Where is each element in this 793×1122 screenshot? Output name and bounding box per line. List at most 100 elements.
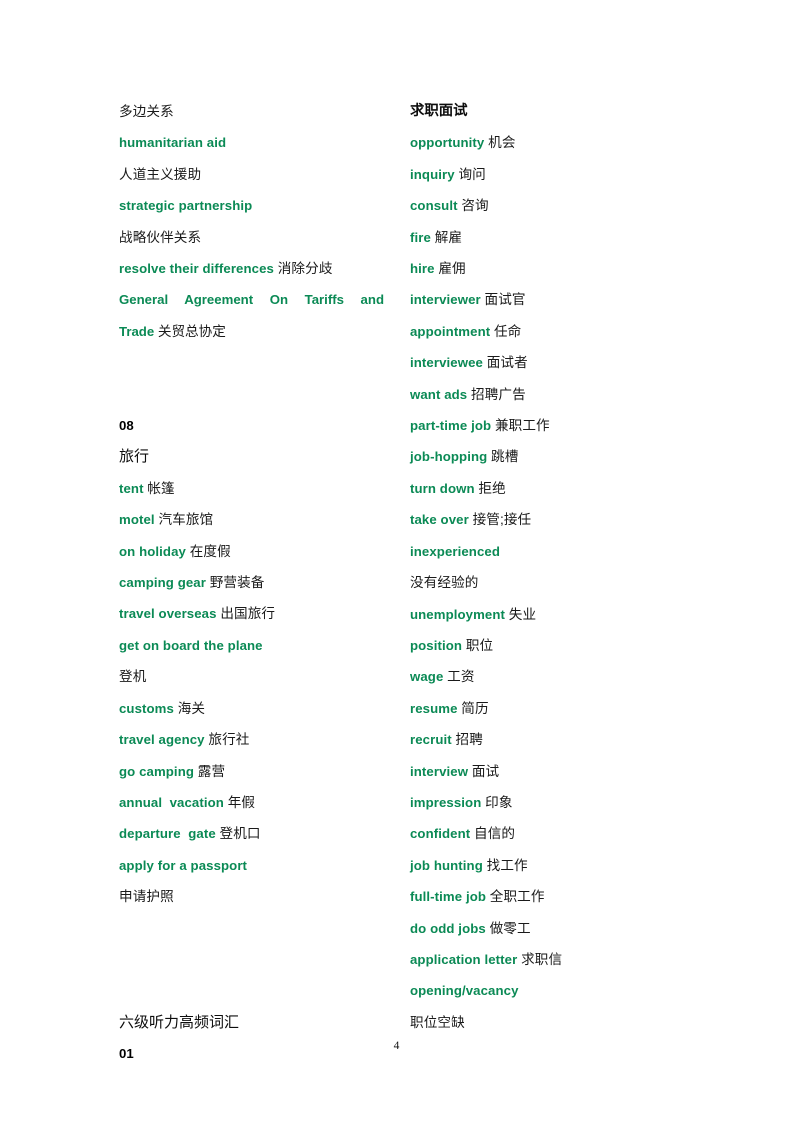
vocabulary-entry: interviewer 面试官	[410, 284, 675, 315]
vocabulary-entry: customs 海关	[119, 693, 384, 724]
chinese-translation: 消除分歧	[277, 261, 333, 277]
vocabulary-entry: application letter 求职信	[410, 944, 675, 975]
chinese-translation: 汽车旅馆	[158, 512, 214, 528]
vocabulary-entry: opportunity 机会	[410, 127, 675, 158]
english-term: travel agency	[119, 732, 205, 748]
vocabulary-entry: resolve their differences 消除分歧	[119, 253, 384, 284]
english-term: recruit	[410, 732, 452, 748]
english-term: fire	[410, 229, 431, 245]
section-heading: 六级听力高频词汇	[119, 1013, 240, 1031]
english-term: camping gear	[119, 575, 206, 591]
vocabulary-entry: inexperienced	[410, 536, 675, 567]
chinese-translation: 出国旅行	[220, 606, 276, 622]
translation-line: 战略伙伴关系	[119, 229, 202, 245]
section-number: 08	[119, 418, 134, 434]
english-term: inexperienced	[410, 543, 500, 559]
english-term: take over	[410, 512, 469, 528]
chinese-translation: 雇佣	[438, 261, 466, 277]
english-term: consult	[410, 198, 458, 214]
vocabulary-entry: position 职位	[410, 630, 675, 661]
vocabulary-entry: strategic partnership	[119, 190, 384, 221]
chinese-translation: 跳槽	[491, 449, 519, 465]
english-term: interviewer	[410, 292, 481, 308]
vocabulary-entry: interviewee 面试者	[410, 347, 675, 378]
english-term: unemployment	[410, 606, 505, 622]
chinese-translation: 拒绝	[478, 480, 506, 496]
english-term: turn down	[410, 480, 475, 496]
vocabulary-entry: consult 咨询	[410, 190, 675, 221]
english-term: interview	[410, 763, 469, 779]
vocabulary-entry: annual vacation 年假	[119, 787, 384, 818]
vocabulary-entry: camping gear 野营装备	[119, 567, 384, 598]
chinese-translation: 询问	[458, 166, 486, 182]
chinese-translation: 解雇	[434, 229, 463, 245]
vocabulary-entry: go camping 露营	[119, 756, 384, 787]
english-term: apply for a passport	[119, 857, 248, 873]
vocabulary-entry: opening/vacancy	[410, 975, 675, 1006]
page-number: 4	[393, 1040, 400, 1052]
chinese-translation: 咨询	[461, 198, 489, 214]
vocabulary-entry: hire 雇佣	[410, 253, 675, 284]
vocabulary-entry: recruit 招聘	[410, 724, 675, 755]
vocabulary-entry: turn down 拒绝	[410, 473, 675, 504]
english-term: impression	[410, 794, 482, 810]
vocabulary-entry: impression 印象	[410, 787, 675, 818]
vocabulary-entry: unemployment 失业	[410, 599, 675, 630]
chinese-translation: 求职信	[521, 951, 563, 967]
translation-line: 申请护照	[119, 889, 174, 905]
vocabulary-entry: job hunting 找工作	[410, 850, 675, 881]
chinese-translation: 任命	[493, 323, 522, 339]
chinese-translation: 招聘	[455, 732, 483, 748]
chinese-translation: 关贸总协定	[157, 323, 226, 339]
vocabulary-entry: appointment 任命	[410, 316, 675, 347]
translation-line: 职位空缺	[410, 1014, 465, 1030]
vocabulary-entry: departure gate 登机口	[119, 818, 384, 849]
translation-line: 登机	[119, 669, 147, 685]
english-term: motel	[119, 512, 155, 528]
vocabulary-entry: want ads 招聘广告	[410, 379, 675, 410]
translation-line: 人道主义援助	[119, 166, 202, 182]
english-term: hire	[410, 261, 435, 277]
chinese-translation: 做零工	[489, 920, 531, 936]
translation-line: 没有经验的	[410, 575, 479, 591]
english-term: go camping	[119, 763, 194, 779]
chinese-translation: 找工作	[486, 857, 528, 873]
translation-line: 多边关系	[119, 104, 174, 119]
english-term: Trade	[119, 323, 155, 339]
section-heading: 旅行	[119, 448, 150, 466]
chinese-translation: 海关	[177, 700, 206, 716]
english-term: resume	[410, 700, 458, 716]
english-term: job hunting	[410, 857, 483, 873]
english-term: inquiry	[410, 166, 455, 182]
vocabulary-entry: take over 接管;接任	[410, 504, 675, 535]
english-term: General Agreement On Tariffs and	[119, 292, 384, 308]
vocabulary-entry: on holiday 在度假	[119, 536, 384, 567]
chinese-translation: 年假	[227, 794, 256, 810]
vocabulary-entry: inquiry 询问	[410, 159, 675, 190]
chinese-translation: 在度假	[189, 543, 231, 559]
vocabulary-entry: interview 面试	[410, 756, 675, 787]
left-column: 多边关系 humanitarian aid 人道主义援助 strategic part…	[119, 96, 384, 1061]
chinese-translation: 全职工作	[489, 889, 545, 905]
english-term: appointment	[410, 323, 491, 339]
english-term: opening/vacancy	[410, 983, 519, 999]
english-term: part-time job	[410, 418, 492, 434]
chinese-translation: 简历	[461, 700, 489, 716]
vocabulary-entry: confident 自信的	[410, 818, 675, 849]
chinese-translation: 登机口	[219, 826, 261, 842]
vocabulary-entry: humanitarian aid	[119, 127, 384, 158]
english-term: job-hopping	[410, 449, 488, 465]
section-heading: 求职面试	[410, 103, 468, 119]
chinese-translation: 面试	[471, 763, 500, 779]
chinese-translation: 兼职工作	[494, 418, 550, 434]
english-term: annual vacation	[119, 794, 224, 810]
chinese-translation: 工资	[447, 669, 475, 685]
vocabulary-entry: job-hopping 跳槽	[410, 441, 675, 472]
right-column: 求职面试 opportunity 机会 inquiry 询问 consult 咨询 fi…	[410, 96, 675, 1030]
vocabulary-entry: full-time job 全职工作	[410, 881, 675, 912]
english-term: travel overseas	[119, 606, 217, 622]
chinese-translation: 招聘广告	[471, 386, 526, 402]
english-term: confident	[410, 826, 471, 842]
chinese-translation: 帐篷	[147, 480, 175, 496]
